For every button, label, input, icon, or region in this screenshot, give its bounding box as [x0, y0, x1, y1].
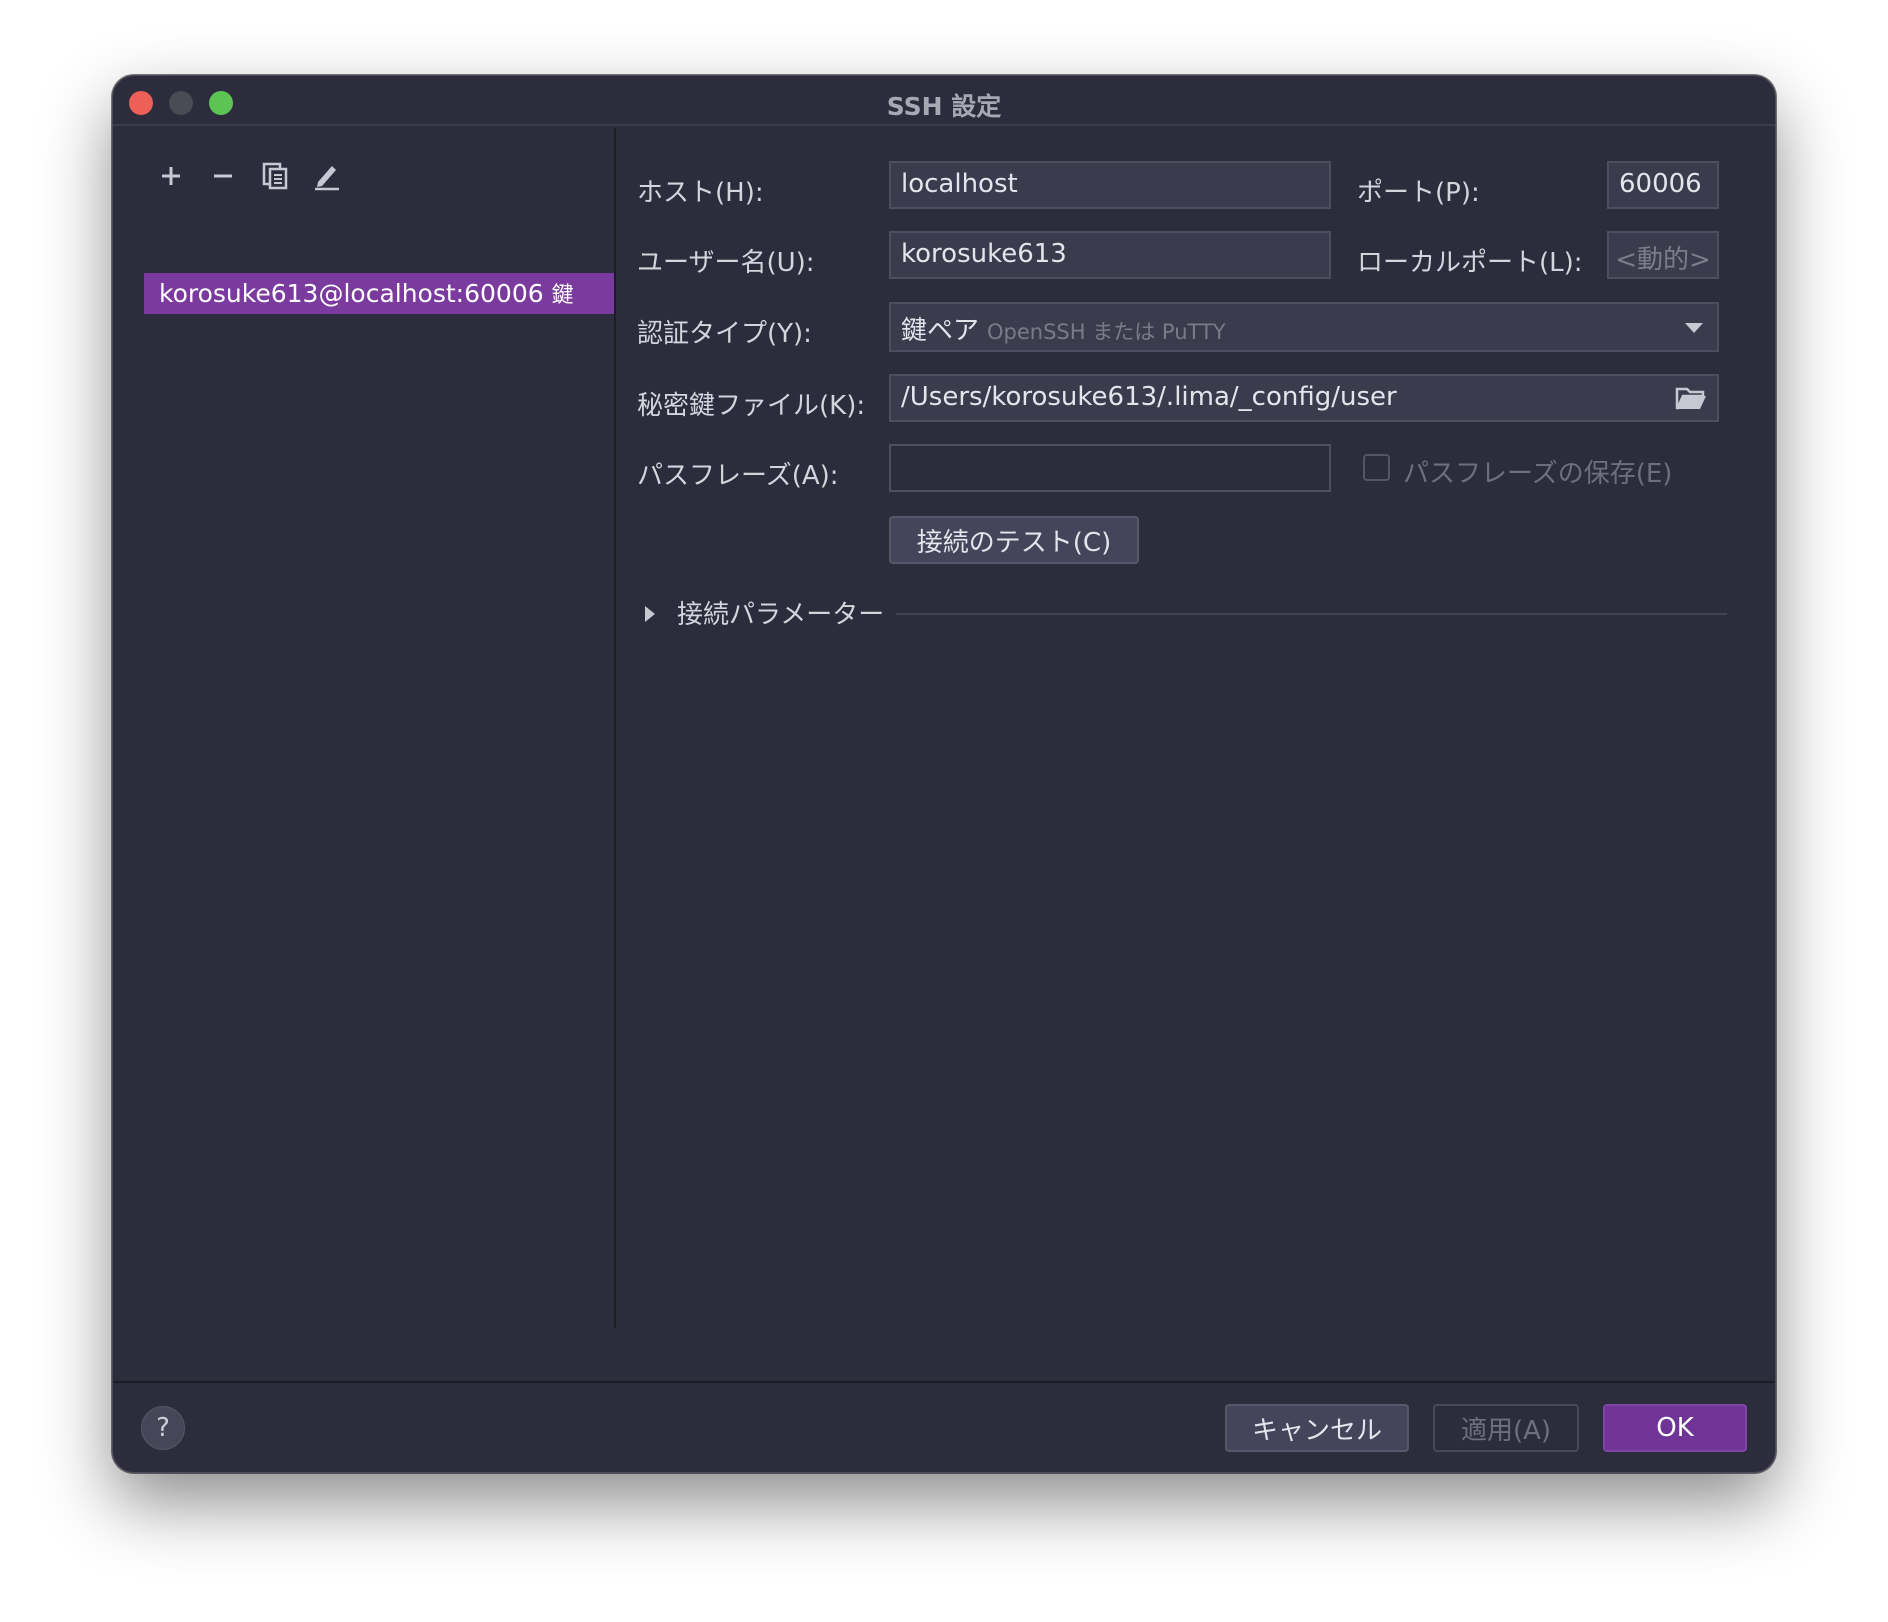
remove-host-button[interactable] [205, 158, 241, 194]
auth-type-hint: OpenSSH または PuTTY [987, 320, 1226, 344]
private-key-label: 秘密鍵ファイル(K): [637, 391, 866, 421]
ssh-settings-dialog: SSH 設定 korosuke613@localhost:60006 鍵 ホスト… [112, 75, 1776, 1473]
title-bar: SSH 設定 [113, 76, 1775, 126]
save-passphrase-checkbox[interactable] [1363, 454, 1390, 481]
section-divider [896, 613, 1727, 615]
add-host-button[interactable] [153, 158, 189, 194]
window-title: SSH 設定 [886, 92, 1002, 121]
chevron-down-icon [1685, 323, 1703, 333]
key-auth-tag: 鍵 [551, 283, 574, 308]
local-port-input[interactable]: <動的> [1607, 231, 1719, 279]
private-key-path: /Users/korosuke613/.lima/_config/user [901, 382, 1397, 412]
plus-icon [162, 167, 180, 185]
host-item-label: korosuke613@localhost:60006 [159, 279, 544, 308]
minus-icon [214, 174, 232, 178]
username-input[interactable]: korosuke613 [889, 231, 1331, 279]
help-button[interactable]: ? [141, 1406, 185, 1450]
host-list-pane: korosuke613@localhost:60006 鍵 [113, 128, 616, 1328]
auth-type-select[interactable]: 鍵ペア OpenSSH または PuTTY [889, 302, 1719, 352]
auth-type-label: 認証タイプ(Y): [637, 319, 812, 349]
footer-divider [113, 1381, 1775, 1383]
edit-host-button[interactable] [309, 158, 345, 194]
pencil-icon [315, 166, 339, 191]
passphrase-input[interactable] [889, 444, 1331, 492]
passphrase-label: パスフレーズ(A): [637, 461, 839, 491]
host-list-item[interactable]: korosuke613@localhost:60006 鍵 [144, 273, 614, 314]
private-key-input[interactable]: /Users/korosuke613/.lima/_config/user [889, 374, 1719, 422]
port-input[interactable]: 60006 [1607, 161, 1719, 209]
username-label: ユーザー名(U): [637, 248, 815, 278]
cancel-button[interactable]: キャンセル [1225, 1404, 1409, 1452]
auth-type-value: 鍵ペア [901, 316, 980, 346]
save-passphrase-label: パスフレーズの保存(E) [1403, 459, 1673, 489]
copy-icon [262, 162, 288, 190]
connection-parameters-section[interactable]: 接続パラメーター [677, 594, 884, 631]
host-label: ホスト(H): [637, 178, 764, 208]
port-label: ポート(P): [1357, 178, 1480, 208]
folder-open-icon[interactable] [1675, 385, 1707, 413]
triangle-right-icon[interactable] [643, 604, 657, 624]
ok-button[interactable]: OK [1603, 1404, 1747, 1452]
host-input[interactable]: localhost [889, 161, 1331, 209]
test-connection-button[interactable]: 接続のテスト(C) [889, 516, 1139, 564]
apply-button[interactable]: 適用(A) [1433, 1404, 1579, 1452]
local-port-label: ローカルポート(L): [1357, 248, 1583, 278]
copy-host-button[interactable] [257, 158, 293, 194]
